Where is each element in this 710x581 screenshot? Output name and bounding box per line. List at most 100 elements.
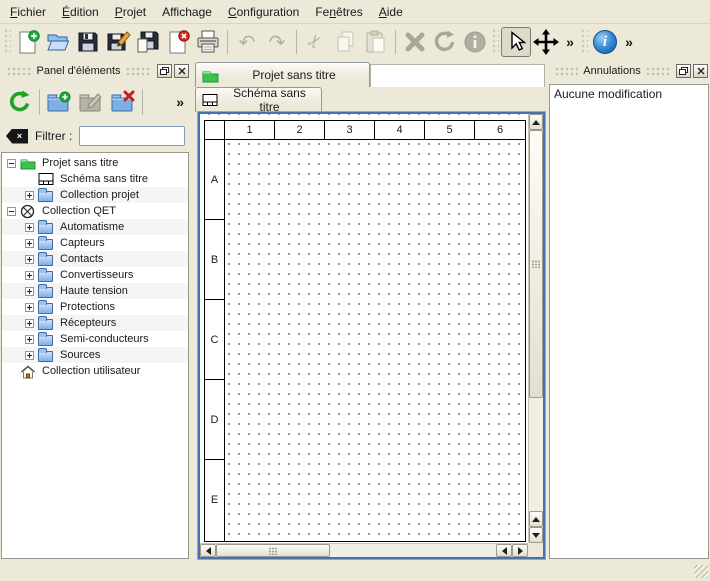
tree-item-capteurs[interactable]: Capteurs [2, 235, 188, 251]
tree-item-haute-tension[interactable]: Haute tension [2, 283, 188, 299]
tree-item-sources[interactable]: Sources [2, 347, 188, 363]
scrollbar-corner [528, 543, 543, 557]
toolbar-overflow-button[interactable]: » [561, 27, 579, 57]
save-all-button[interactable] [133, 27, 163, 57]
filter-input[interactable] [79, 126, 185, 146]
reload-collections-button[interactable] [4, 86, 36, 118]
menu-fenetres[interactable]: Fenêtres [307, 1, 370, 23]
sheet-body: A B C D E [205, 140, 525, 541]
tree-item-collection-utilisateur[interactable]: Collection utilisateur [2, 363, 188, 379]
paste-button [361, 27, 391, 57]
row-header: C [205, 300, 224, 380]
expand-icon[interactable] [25, 351, 34, 360]
new-document-button[interactable] [13, 27, 43, 57]
menu-bar: Fichier Édition Projet Affichage Configu… [0, 0, 710, 24]
expand-icon[interactable] [25, 255, 34, 264]
expand-icon[interactable] [25, 239, 34, 248]
close-panel-button[interactable] [693, 64, 708, 78]
save-as-button[interactable] [103, 27, 133, 57]
tree-item-convertisseurs[interactable]: Convertisseurs [2, 267, 188, 283]
expand-icon[interactable] [25, 319, 34, 328]
close-file-button[interactable] [163, 27, 193, 57]
menu-configuration[interactable]: Configuration [220, 1, 307, 23]
tree-item-recepteurs[interactable]: Récepteurs [2, 315, 188, 331]
clear-filter-icon: × [17, 131, 22, 141]
folder-icon [38, 300, 55, 314]
toolbar-overflow-button[interactable]: » [620, 27, 638, 57]
menu-projet[interactable]: Projet [107, 1, 154, 23]
arrow-up-icon [532, 120, 540, 125]
elements-panel: Panel d'éléments » × Filtrer : Projet sa… [0, 60, 191, 561]
float-panel-button[interactable] [676, 64, 691, 78]
expand-icon[interactable] [25, 191, 34, 200]
about-qet-button[interactable]: i [590, 27, 620, 57]
new-category-button[interactable] [43, 86, 75, 118]
tree-item-protections[interactable]: Protections [2, 299, 188, 315]
tree-item-collection-qet[interactable]: Collection QET [2, 203, 188, 219]
horizontal-scrollbar-thumb[interactable] [216, 544, 330, 557]
close-panel-button[interactable] [174, 64, 189, 78]
undo-list-item[interactable]: Aucune modification [550, 85, 708, 103]
tree-item-project[interactable]: Projet sans titre [2, 155, 188, 171]
toolbar-separator [142, 89, 143, 115]
panel-overflow-button[interactable]: » [173, 94, 187, 110]
horizontal-scrollbar-track[interactable] [330, 544, 496, 557]
tree-item-semi-conducteurs[interactable]: Semi-conducteurs [2, 331, 188, 347]
titlebar-grip [646, 67, 669, 76]
menu-fichier[interactable]: Fichier [2, 1, 54, 23]
toolbar-handle[interactable] [581, 29, 588, 55]
elements-panel-titlebar[interactable]: Panel d'éléments [0, 60, 191, 82]
expand-icon[interactable] [25, 303, 34, 312]
arrow-down-icon [532, 533, 540, 538]
expand-icon[interactable] [25, 335, 34, 344]
diagram-canvas[interactable]: 1 2 3 4 5 6 A B C D E [200, 114, 543, 557]
vertical-scrollbar-thumb[interactable] [529, 130, 543, 398]
menu-edition[interactable]: Édition [54, 1, 107, 23]
tree-item-diagram[interactable]: Schéma sans titre [2, 171, 188, 187]
column-header: 2 [275, 121, 325, 139]
delete-category-button[interactable] [107, 86, 139, 118]
expand-icon[interactable] [25, 223, 34, 232]
scroll-down-button[interactable] [529, 527, 543, 543]
tab-schema-sans-titre[interactable]: Schéma sans titre [195, 87, 322, 112]
scroll-left-button[interactable] [200, 544, 216, 557]
expand-icon[interactable] [25, 271, 34, 280]
collapse-icon[interactable] [7, 207, 16, 216]
expand-icon[interactable] [25, 287, 34, 296]
scroll-left-button[interactable] [496, 544, 512, 557]
clear-filter-button[interactable]: × [6, 129, 28, 144]
rotate-button [430, 27, 460, 57]
resize-grip[interactable] [694, 565, 708, 578]
float-panel-button[interactable] [157, 64, 172, 78]
scroll-up-button[interactable] [529, 511, 543, 527]
scroll-up-button[interactable] [529, 114, 543, 130]
chevron-right-icon: » [563, 34, 577, 50]
vertical-scrollbar[interactable] [528, 114, 543, 543]
undo-panel-titlebar[interactable]: Annulations [548, 60, 710, 82]
menu-affichage[interactable]: Affichage [154, 1, 220, 23]
vertical-scrollbar-track[interactable] [529, 398, 543, 511]
arrow-left-icon [502, 547, 507, 555]
tree-item-collection-projet[interactable]: Collection projet [2, 187, 188, 203]
pan-mode-button[interactable] [531, 27, 561, 57]
print-button[interactable] [193, 27, 223, 57]
tree-item-automatisme[interactable]: Automatisme [2, 219, 188, 235]
tab-projet-sans-titre[interactable]: Projet sans titre [195, 62, 370, 87]
horizontal-scrollbar[interactable] [200, 543, 528, 557]
open-file-button[interactable] [43, 27, 73, 57]
paste-icon [363, 29, 389, 55]
column-header: 5 [425, 121, 475, 139]
select-mode-button[interactable] [501, 27, 531, 57]
toolbar-handle[interactable] [492, 29, 499, 55]
undo-history-list[interactable]: Aucune modification [549, 84, 709, 559]
save-button[interactable] [73, 27, 103, 57]
row-header: E [205, 460, 224, 540]
menu-aide[interactable]: Aide [371, 1, 411, 23]
scroll-right-button[interactable] [512, 544, 528, 557]
collapse-icon[interactable] [7, 159, 16, 168]
row-header: D [205, 380, 224, 460]
move-icon [533, 29, 559, 55]
tree-item-contacts[interactable]: Contacts [2, 251, 188, 267]
drawing-area[interactable] [225, 140, 525, 541]
toolbar-handle[interactable] [4, 29, 11, 55]
